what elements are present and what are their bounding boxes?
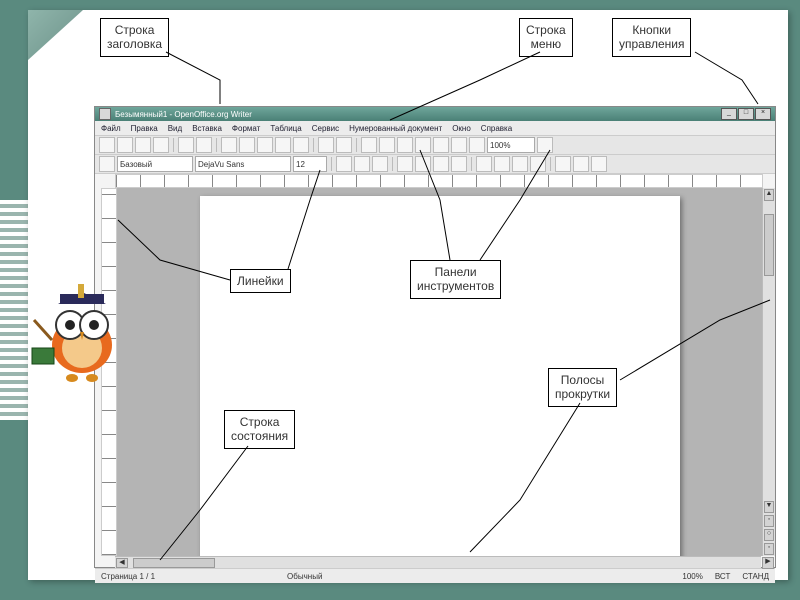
menu-tools[interactable]: Сервис	[312, 124, 339, 133]
minimize-button[interactable]: _	[721, 108, 737, 120]
menu-view[interactable]: Вид	[168, 124, 182, 133]
mascot-owl-icon	[22, 270, 142, 390]
standard-toolbar: 100%	[95, 136, 775, 155]
hyperlink-button[interactable]	[361, 137, 377, 153]
scroll-right-button[interactable]: ▶	[762, 557, 774, 569]
menu-bar: Файл Правка Вид Вставка Формат Таблица С…	[95, 121, 775, 136]
close-button[interactable]: ×	[755, 108, 771, 120]
status-std: СТАНД	[742, 572, 769, 581]
bgcolor-button[interactable]	[591, 156, 607, 172]
menu-help[interactable]: Справка	[481, 124, 512, 133]
undo-button[interactable]	[318, 137, 334, 153]
label-rulers: Линейки	[230, 269, 291, 293]
new-button[interactable]	[99, 137, 115, 153]
redo-button[interactable]	[336, 137, 352, 153]
font-color-button[interactable]	[555, 156, 571, 172]
app-window-screenshot: Безымянный1 - OpenOffice.org Writer _ □ …	[94, 106, 776, 568]
label-control-buttons: Кнопки управления	[612, 18, 691, 57]
styles-button[interactable]	[99, 156, 115, 172]
separator	[471, 157, 472, 171]
print-button[interactable]	[178, 137, 194, 153]
bullets-button[interactable]	[494, 156, 510, 172]
mail-button[interactable]	[153, 137, 169, 153]
status-zoom: 100%	[682, 572, 702, 581]
window-controls: _ □ ×	[721, 108, 771, 120]
font-combo[interactable]: DejaVu Sans	[195, 156, 291, 172]
help-button[interactable]	[537, 137, 553, 153]
status-bar: Страница 1 / 1 Обычный 100% ВСТ СТАНД	[95, 568, 775, 583]
navigator-button[interactable]	[415, 137, 431, 153]
align-justify-button[interactable]	[451, 156, 467, 172]
format-paint-button[interactable]	[293, 137, 309, 153]
menu-table[interactable]: Таблица	[270, 124, 301, 133]
nonprinting-button[interactable]	[469, 137, 485, 153]
separator	[356, 138, 357, 152]
label-toolbars: Панели инструментов	[410, 260, 501, 299]
chart-button[interactable]	[397, 137, 413, 153]
table-button[interactable]	[379, 137, 395, 153]
separator	[392, 157, 393, 171]
horizontal-ruler[interactable]	[115, 174, 763, 188]
underline-button[interactable]	[372, 156, 388, 172]
cut-button[interactable]	[239, 137, 255, 153]
style-combo[interactable]: Базовый	[117, 156, 193, 172]
label-menu-bar: Строка меню	[519, 18, 573, 57]
prev-page-button[interactable]: ◦	[764, 515, 774, 527]
align-right-button[interactable]	[433, 156, 449, 172]
paste-button[interactable]	[275, 137, 291, 153]
menu-format[interactable]: Формат	[232, 124, 260, 133]
menu-edit[interactable]: Правка	[131, 124, 158, 133]
fontsize-combo[interactable]: 12	[293, 156, 327, 172]
label-scrollbars: Полосы прокрутки	[548, 368, 617, 407]
scroll-left-button[interactable]: ◀	[116, 558, 128, 568]
align-center-button[interactable]	[415, 156, 431, 172]
slide-background: Безымянный1 - OpenOffice.org Writer _ □ …	[28, 10, 788, 580]
copy-button[interactable]	[257, 137, 273, 153]
menu-file[interactable]: Файл	[101, 124, 121, 133]
status-page: Страница 1 / 1	[101, 572, 155, 581]
datasources-button[interactable]	[451, 137, 467, 153]
vertical-scrollbar[interactable]: ▲ ▼ ◦ ○ ◦	[762, 188, 775, 556]
status-ins: ВСТ	[715, 572, 730, 581]
numbering-button[interactable]	[476, 156, 492, 172]
slide-corner	[28, 10, 83, 60]
menu-window[interactable]: Окно	[452, 124, 471, 133]
gallery-button[interactable]	[433, 137, 449, 153]
maximize-button[interactable]: □	[738, 108, 754, 120]
increase-indent-button[interactable]	[530, 156, 546, 172]
document-area[interactable]	[117, 188, 762, 556]
horizontal-scrollbar[interactable]: ◀	[115, 556, 761, 568]
preview-button[interactable]	[196, 137, 212, 153]
scroll-down-button[interactable]: ▼	[764, 501, 774, 513]
scroll-up-button[interactable]: ▲	[764, 189, 774, 201]
app-icon	[99, 108, 111, 120]
decrease-indent-button[interactable]	[512, 156, 528, 172]
menu-insert[interactable]: Вставка	[192, 124, 222, 133]
status-mode: Обычный	[287, 572, 322, 581]
spellcheck-button[interactable]	[221, 137, 237, 153]
zoom-combo[interactable]: 100%	[487, 137, 535, 153]
menu-numbered-doc[interactable]: Нумерованный документ	[349, 124, 442, 133]
open-button[interactable]	[117, 137, 133, 153]
formatting-toolbar: Базовый DejaVu Sans 12	[95, 155, 775, 174]
label-title-bar: Строка заголовка	[100, 18, 169, 57]
scroll-thumb-v[interactable]	[764, 214, 774, 276]
next-page-button[interactable]: ◦	[764, 543, 774, 555]
separator	[331, 157, 332, 171]
window-title: Безымянный1 - OpenOffice.org Writer	[115, 110, 252, 119]
scroll-thumb-h[interactable]	[133, 558, 215, 568]
separator	[313, 138, 314, 152]
separator	[216, 138, 217, 152]
label-status-bar: Строка состояния	[224, 410, 295, 449]
title-bar: Безымянный1 - OpenOffice.org Writer _ □ …	[95, 107, 775, 121]
separator	[550, 157, 551, 171]
nav-button[interactable]: ○	[764, 529, 774, 541]
highlight-button[interactable]	[573, 156, 589, 172]
save-button[interactable]	[135, 137, 151, 153]
separator	[173, 138, 174, 152]
bold-button[interactable]	[336, 156, 352, 172]
italic-button[interactable]	[354, 156, 370, 172]
align-left-button[interactable]	[397, 156, 413, 172]
